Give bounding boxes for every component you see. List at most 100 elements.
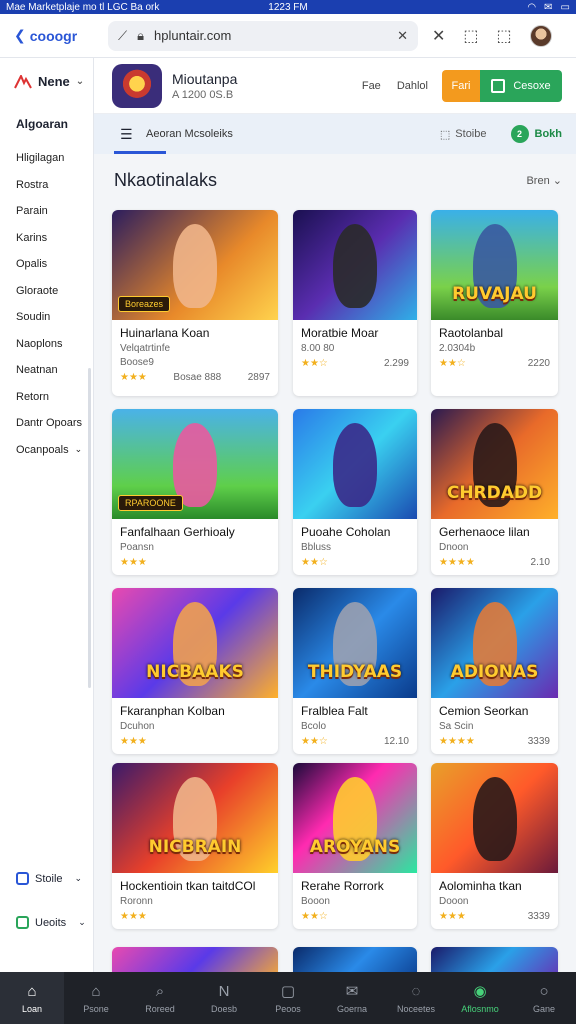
thumbnail-title-art: CHRDADD xyxy=(446,483,543,503)
app-logo-icon xyxy=(14,74,32,88)
character-figure xyxy=(472,777,517,861)
game-card-partial[interactable] xyxy=(293,947,417,972)
nav-item-search[interactable]: ⌕ Roreed xyxy=(128,972,192,1024)
sidebar-item[interactable]: Parain xyxy=(16,198,93,225)
nav-label: Roreed xyxy=(145,1003,175,1014)
card-title: Puoahe Coholan xyxy=(301,525,391,539)
nav-item-chat[interactable]: ◌ Noceetes xyxy=(384,972,448,1024)
nav-item-home[interactable]: ⌂ Loan xyxy=(0,972,64,1024)
game-card[interactable]: Aolominha tkan Dooon ★★★ 3339 xyxy=(431,763,558,929)
store-link[interactable]: ⬚ Stoibe xyxy=(440,128,487,141)
sidebar-item-label: Parain xyxy=(16,205,48,218)
card-title: Fanfalhaan Gerhioaly xyxy=(120,525,235,539)
sidebar-menu-toggle[interactable]: Nene ⌄ xyxy=(0,58,93,89)
game-card-partial[interactable] xyxy=(431,947,558,972)
sidebar-item[interactable]: Opalis xyxy=(16,251,93,278)
nav-label: Gane xyxy=(532,1003,556,1014)
chevron-down-icon: ⌄ xyxy=(78,917,86,927)
hamburger-icon[interactable]: ☰ xyxy=(120,126,134,143)
profile-avatar[interactable] xyxy=(529,24,552,47)
url-text[interactable]: hpluntair.com xyxy=(154,28,387,43)
sidebar-item-label: Ocanpoals xyxy=(16,443,69,456)
browser-brand[interactable]: ❮ cooogr xyxy=(0,27,100,44)
sidebar-item[interactable]: Rostra xyxy=(16,172,93,199)
back-arrow-icon[interactable]: ❮ xyxy=(14,27,26,44)
tabs-icon[interactable]: ⬚ xyxy=(497,26,512,46)
card-meta: 8.00 80 xyxy=(301,343,335,354)
rating-stars: ★★☆ xyxy=(301,358,328,369)
header-link-1[interactable]: Fae xyxy=(362,80,381,92)
green-button[interactable]: Cesoxe xyxy=(480,69,562,102)
card-meta: Boose9 xyxy=(120,357,154,368)
status-icons: ◠ ✉ ▭ xyxy=(328,2,570,13)
header-link-2[interactable]: Dahlol xyxy=(397,80,428,92)
sidebar-scrollbar[interactable] xyxy=(88,368,91,688)
game-card[interactable]: Puoahe Coholan Bbluss ★★☆ xyxy=(293,409,417,575)
game-card[interactable]: RPAROONE Fanfalhaan Gerhioaly Poansn ★★★ xyxy=(112,409,278,575)
card-price: 3339 xyxy=(527,911,550,922)
pin-icon[interactable]: ✕ xyxy=(397,28,408,44)
sidebar-item[interactable]: Dantr Opoars xyxy=(16,410,93,437)
character-figure xyxy=(333,224,377,308)
game-thumbnail[interactable]: ADIONAS xyxy=(431,588,558,698)
game-card-partial[interactable] xyxy=(112,947,278,972)
game-thumbnail[interactable]: THIDYAAS xyxy=(293,588,417,698)
sidebar-item[interactable]: Ocanpoals ⌄ xyxy=(16,437,93,464)
game-thumbnail[interactable] xyxy=(293,409,417,519)
section-filter[interactable]: Bren ⌄ xyxy=(526,174,562,187)
orange-button[interactable]: Fari xyxy=(442,69,480,102)
url-bar[interactable]: ⟋ 🔒︎ hpluntair.com ✕ xyxy=(108,20,418,51)
app-logo xyxy=(112,63,162,108)
card-subtitle: Poansn xyxy=(120,542,154,553)
character-figure xyxy=(333,423,377,507)
nav-item-n[interactable]: N Doesb xyxy=(192,972,256,1024)
sidebar-item[interactable]: Gloraote xyxy=(16,278,93,305)
card-title: Fralblea Falt xyxy=(301,704,368,718)
character-figure xyxy=(173,224,217,308)
nav-item-bag[interactable]: ▢ Peoos xyxy=(256,972,320,1024)
sidebar-bottom-item-2[interactable]: Ueoits ⌄ xyxy=(16,916,86,929)
sidebar-item-label: Gloraote xyxy=(16,284,59,297)
sidebar-item[interactable]: Naoplons xyxy=(16,331,93,358)
game-card[interactable]: AROYANS Rerahe Rorrork Booon ★★☆ xyxy=(293,763,417,929)
nav-item-circle[interactable]: ○ Gane xyxy=(512,972,576,1024)
game-thumbnail[interactable]: NICBAAKS xyxy=(112,588,278,698)
sidebar-item[interactable]: Hligilagan xyxy=(16,145,93,172)
game-icon: ◉ xyxy=(473,983,487,1000)
game-thumbnail[interactable]: CHRDADD xyxy=(431,409,558,519)
game-thumbnail[interactable]: NICBRAIN xyxy=(112,763,278,873)
green-pill[interactable]: 2 Bokh xyxy=(510,125,562,143)
share-icon[interactable]: ⬚ xyxy=(463,26,478,46)
game-card[interactable]: THIDYAAS Fralblea Falt Bcolo ★★☆ 12.10 xyxy=(293,588,417,754)
sidebar-item[interactable]: Soudin xyxy=(16,304,93,331)
game-card[interactable]: NICBAAKS Fkaranphan Kolban Dcuhon ★★★ xyxy=(112,588,278,754)
close-icon[interactable]: ✕ xyxy=(432,26,445,46)
sidebar-item-label: Soudin xyxy=(16,311,51,324)
sidebar-item-label: Karins xyxy=(16,231,48,244)
sidebar-list: Hligilagan Rostra Parain Karins Opalis G… xyxy=(0,131,93,463)
game-thumbnail[interactable]: RUVAJAU xyxy=(431,210,558,320)
nav-item-house[interactable]: ⌂ Psone xyxy=(64,972,128,1024)
card-meta: 2.0304b xyxy=(439,343,476,354)
game-thumbnail[interactable]: AROYANS xyxy=(293,763,417,873)
game-card[interactable]: CHRDADD Gerhenaoce lilan Dnoon ★★★★ 2.10 xyxy=(431,409,558,575)
game-card[interactable]: NICBRAIN Hockentioin tkan taitdCOl Roronn ★… xyxy=(112,763,278,929)
tab-switch-icon[interactable]: ⟋ xyxy=(118,28,127,44)
game-card[interactable]: RUVAJAU Raotolanbal 2.0304b ★★☆ 2220 xyxy=(431,210,558,396)
rating-stars: ★★★★ xyxy=(439,557,475,568)
menu-label: Nene xyxy=(38,74,70,89)
sidebar-item[interactable]: Neatnan xyxy=(16,357,93,384)
sidebar-item[interactable]: Karins xyxy=(16,225,93,252)
game-thumbnail[interactable]: RPAROONE xyxy=(112,409,278,519)
game-card[interactable]: ADIONAS Cemion Seorkan Sa Scin ★★★★ 3339 xyxy=(431,588,558,754)
game-card[interactable]: Moratbie Moar 8.00 80 ★★☆ 2.299 xyxy=(293,210,417,396)
sidebar-bottom-item-1[interactable]: Stoile ⌄ xyxy=(16,872,82,885)
nav-item-game[interactable]: ◉ Aflosnmo xyxy=(448,972,512,1024)
rating-stars: ★★☆ xyxy=(301,736,328,747)
nav-item-mail[interactable]: ✉ Goerna xyxy=(320,972,384,1024)
sidebar-item[interactable]: Retorn xyxy=(16,384,93,411)
game-card[interactable]: Boreazes Huinarlana Koan Velqatrtinfe Boose… xyxy=(112,210,278,396)
game-thumbnail[interactable] xyxy=(431,763,558,873)
game-thumbnail[interactable] xyxy=(293,210,417,320)
game-thumbnail[interactable]: Boreazes xyxy=(112,210,278,320)
